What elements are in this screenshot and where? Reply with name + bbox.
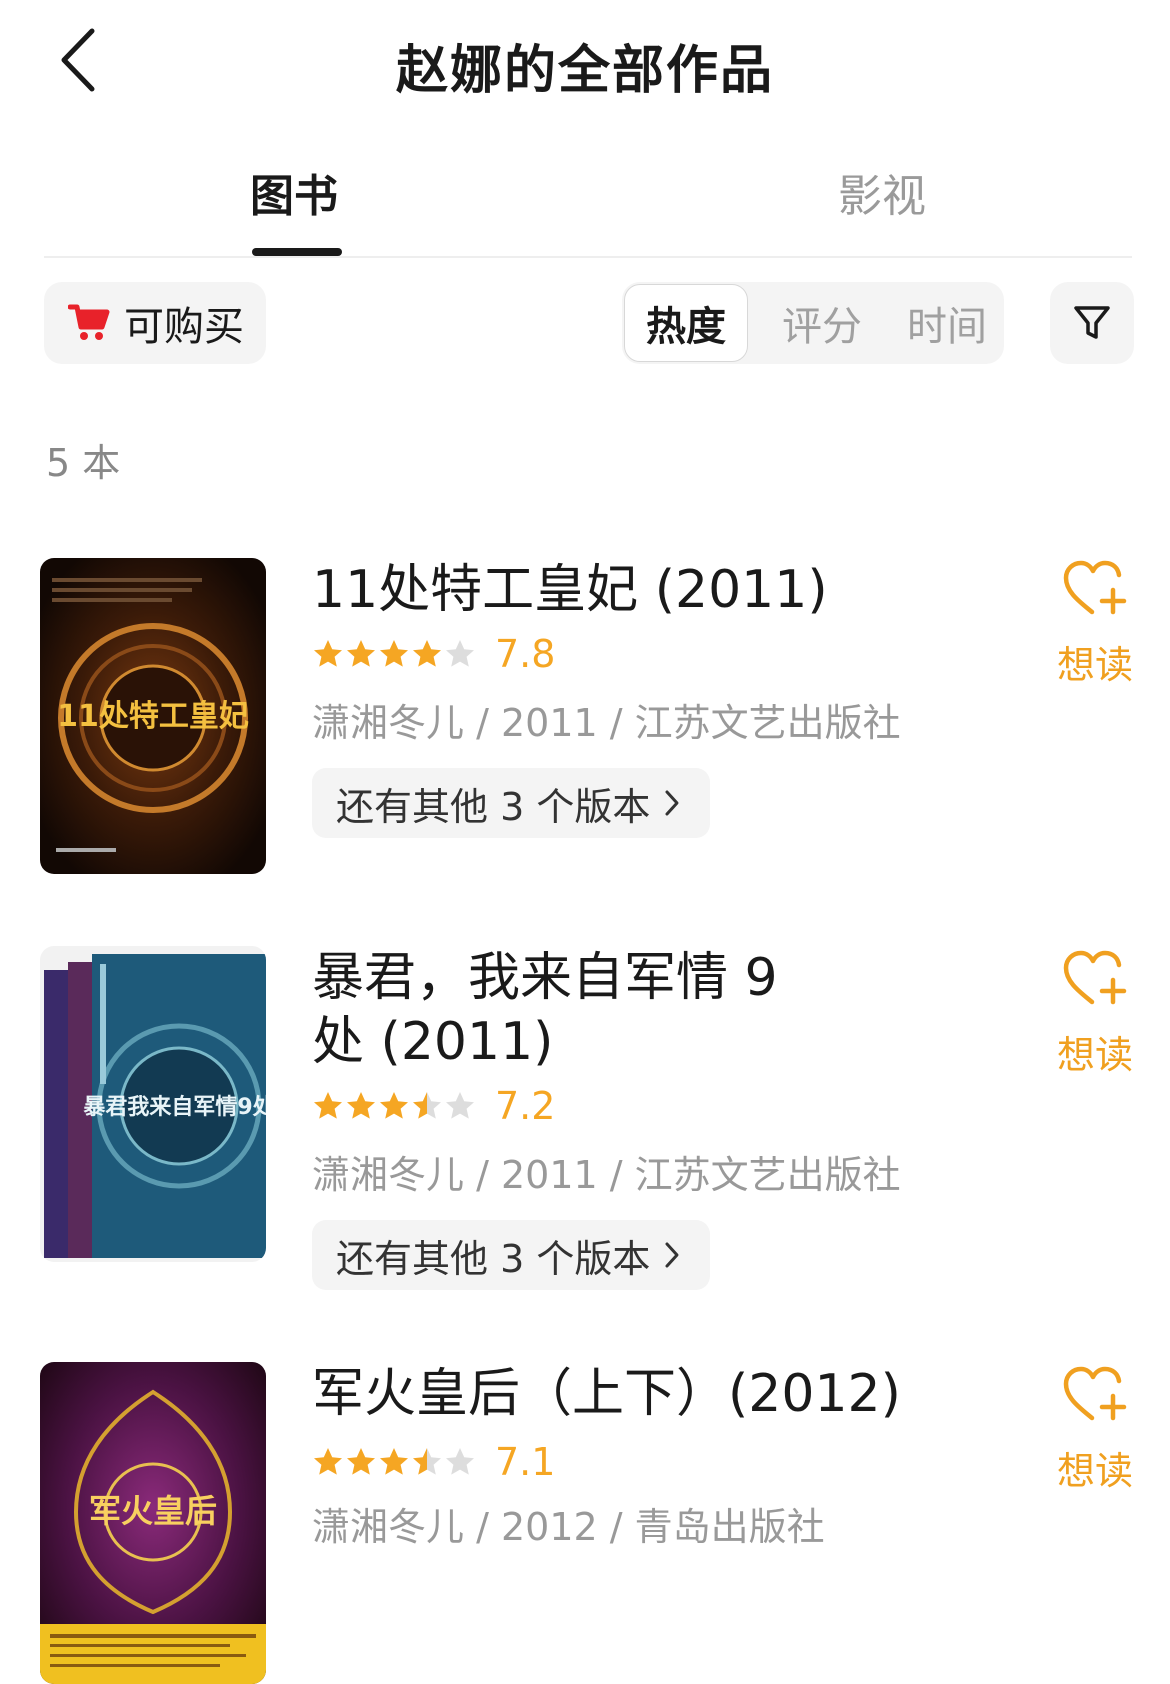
- heart-plus-icon: [1062, 1366, 1128, 1428]
- want-to-read-label: 想读: [1056, 643, 1133, 687]
- tab-active-indicator: [252, 248, 342, 256]
- book-cover[interactable]: 11处特工皇妃: [40, 558, 266, 874]
- filter-icon: [1074, 306, 1110, 339]
- star-full-icon: [314, 1448, 342, 1475]
- book-rating: 7.2: [312, 1084, 556, 1128]
- book-cover[interactable]: 军火皇后: [40, 1362, 266, 1684]
- rating-score: 7.2: [495, 1084, 556, 1128]
- book-meta: 潇湘冬儿 / 2011 / 江苏文艺出版社: [312, 1153, 901, 1197]
- star-rating: [312, 638, 477, 670]
- rating-score: 7.1: [495, 1440, 556, 1484]
- star-full-icon: [347, 640, 375, 667]
- tab-divider: [44, 256, 1132, 258]
- page-title: 赵娜的全部作品: [395, 41, 774, 101]
- star-full-icon: [380, 1092, 408, 1119]
- want-to-read-label: 想读: [1056, 1033, 1133, 1077]
- book-rating: 7.8: [312, 632, 556, 676]
- want-to-read-button[interactable]: 想读: [1040, 1366, 1150, 1495]
- other-versions-label: 还有其他 3 个版本: [336, 1236, 651, 1281]
- sort-segmented-control: 热度 评分 时间: [622, 282, 1004, 364]
- star-full-icon: [314, 1092, 342, 1119]
- want-to-read-button[interactable]: 想读: [1040, 950, 1150, 1079]
- book-rating: 7.1: [312, 1440, 556, 1484]
- star-full-icon: [347, 1092, 375, 1119]
- star-rating: [312, 1090, 477, 1122]
- star-full-icon: [380, 640, 408, 667]
- star-full-icon: [380, 1448, 408, 1475]
- book-title[interactable]: 暴君，我来自军情 9 处 (2011): [312, 946, 832, 1074]
- rating-score: 7.8: [495, 632, 556, 676]
- chevron-right-icon: [664, 1241, 680, 1269]
- star-rating: [312, 1446, 477, 1478]
- result-count: 5 本: [46, 441, 121, 485]
- filter-button[interactable]: [1050, 282, 1134, 364]
- star-empty-icon: [446, 640, 474, 667]
- cover-title-text: 11处特工皇妃: [57, 699, 249, 734]
- cover-title-text: 军火皇后: [89, 1492, 217, 1530]
- want-to-read-label: 想读: [1056, 1449, 1133, 1493]
- cover-title-text: 暴君我来自军情9处: [82, 1094, 266, 1120]
- other-versions-button[interactable]: 还有其他 3 个版本: [312, 768, 711, 838]
- other-versions-label: 还有其他 3 个版本: [336, 784, 651, 829]
- tab-film[interactable]: 影视: [838, 160, 926, 224]
- sort-time[interactable]: 时间: [888, 282, 1006, 364]
- star-empty-icon: [446, 1092, 474, 1119]
- chevron-right-icon: [664, 789, 680, 817]
- buyable-label: 可购买: [124, 304, 244, 350]
- other-versions-button[interactable]: 还有其他 3 个版本: [312, 1220, 711, 1290]
- star-half-icon: [413, 1092, 441, 1119]
- star-half-icon: [413, 1448, 441, 1475]
- star-empty-icon: [446, 1448, 474, 1475]
- sort-rating[interactable]: 评分: [762, 282, 882, 364]
- star-full-icon: [347, 1448, 375, 1475]
- book-title[interactable]: 军火皇后（上下）(2012): [312, 1362, 1012, 1426]
- tab-books[interactable]: 图书: [250, 160, 338, 224]
- book-meta: 潇湘冬儿 / 2012 / 青岛出版社: [312, 1505, 825, 1549]
- sort-popularity[interactable]: 热度: [624, 284, 748, 362]
- want-to-read-button[interactable]: 想读: [1040, 560, 1150, 689]
- book-title[interactable]: 11处特工皇妃 (2011): [312, 558, 1012, 622]
- book-cover[interactable]: 暴君我来自军情9处: [40, 946, 266, 1262]
- buyable-filter-chip[interactable]: 可购买: [44, 282, 266, 364]
- book-meta: 潇湘冬儿 / 2011 / 江苏文艺出版社: [312, 701, 901, 745]
- star-full-icon: [413, 640, 441, 667]
- cart-icon: [68, 303, 110, 343]
- heart-plus-icon: [1062, 560, 1128, 622]
- star-full-icon: [314, 640, 342, 667]
- heart-plus-icon: [1062, 950, 1128, 1012]
